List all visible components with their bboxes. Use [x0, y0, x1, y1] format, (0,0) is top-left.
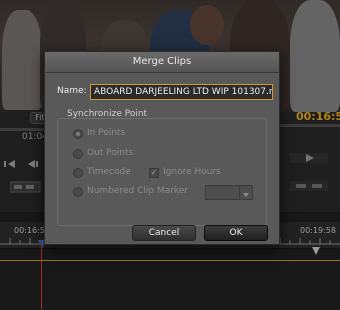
merge-clips-dialog: Merge Clips Name: ABOARD DARJEELING LTD … [44, 51, 280, 245]
program-timecode: 00:16:5 [296, 110, 340, 123]
play-reverse-icon[interactable] [26, 154, 40, 168]
numbered-marker-label: Numbered Clip Marker [87, 186, 189, 196]
out-points-radio[interactable] [73, 149, 83, 159]
out-point-marker[interactable] [312, 240, 320, 255]
program-scrub-bar[interactable] [280, 124, 340, 127]
program-play-icon[interactable] [290, 150, 330, 164]
playhead-line [41, 241, 42, 309]
in-points-label: In Points [87, 128, 126, 138]
cancel-button[interactable]: Cancel [132, 225, 196, 241]
chevron-down-icon [239, 186, 252, 199]
name-label: Name: [57, 86, 87, 96]
marker-number-dropdown[interactable] [205, 185, 253, 200]
ignore-hours-label: Ignore Hours [163, 167, 221, 177]
timecode-label: Timecode [87, 167, 131, 177]
source-scrub-bar[interactable] [0, 128, 44, 131]
timecode-radio[interactable] [73, 168, 83, 178]
ignore-hours-checkbox[interactable]: ✓ [149, 168, 159, 178]
program-timecode-text: 00:16:5 [296, 110, 340, 123]
name-input[interactable]: ABOARD DARJEELING LTD WIP 101307.r [90, 84, 273, 100]
timeline-timecode-right-text: 00:19:58 [300, 226, 336, 235]
timeline-timecode-right: 00:19:58 [300, 226, 336, 235]
out-points-label: Out Points [87, 148, 134, 158]
numbered-marker-radio[interactable] [73, 187, 83, 197]
dialog-title: Merge Clips [45, 52, 279, 73]
in-points-radio[interactable] [73, 129, 83, 139]
program-trim-icon[interactable] [290, 178, 330, 192]
step-back-icon[interactable] [4, 154, 18, 168]
insert-overwrite-icon[interactable] [9, 178, 42, 193]
track-separator [0, 260, 340, 261]
ok-button[interactable]: OK [204, 225, 268, 241]
